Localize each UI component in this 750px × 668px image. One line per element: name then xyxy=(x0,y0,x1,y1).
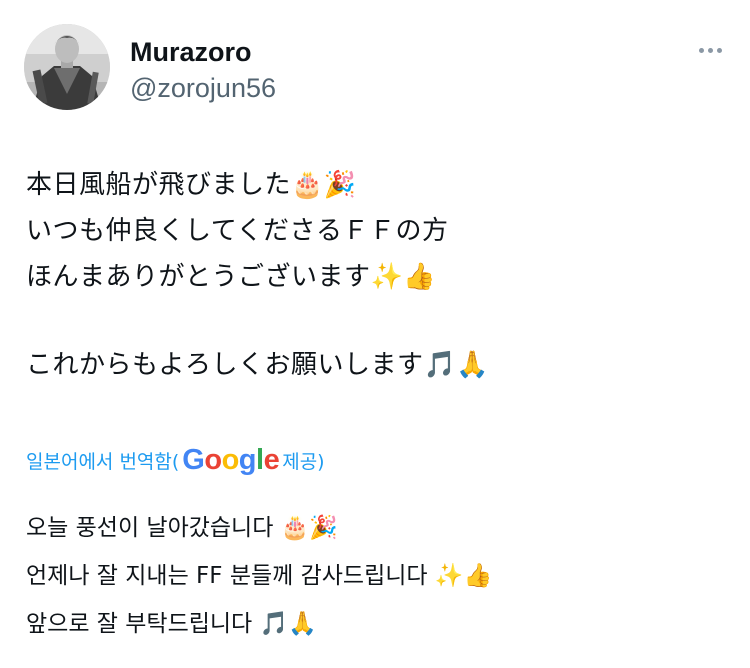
tweet-line: これからもよろしくお願いします🎵🙏 xyxy=(26,350,490,380)
display-name[interactable]: Murazoro xyxy=(130,36,252,68)
user-handle[interactable]: @zorojun56 xyxy=(130,72,276,104)
translation-label: 일본어에서 번역함( xyxy=(26,450,180,473)
more-horizontal-icon-dot xyxy=(716,47,722,53)
google-logo: Google xyxy=(182,444,280,476)
tweet-line: ほんまありがとうございます✨👍 xyxy=(26,262,437,292)
profile-avatar[interactable] xyxy=(24,24,110,110)
tweet-card[interactable]: Murazoro @zorojun56 本日風船が飛びました🎂🎉 いつも仲良くし… xyxy=(0,0,750,668)
translated-line: 언제나 잘 지내는 FF 분들께 감사드립니다 ✨👍 xyxy=(26,563,493,589)
more-horizontal-icon-dot xyxy=(707,47,713,53)
translated-line: 오늘 풍선이 날아갔습니다 🎂🎉 xyxy=(26,515,338,541)
more-options-button[interactable] xyxy=(688,36,732,64)
more-horizontal-icon xyxy=(698,47,704,53)
translation-provider-suffix: 제공) xyxy=(282,450,325,473)
avatar-image xyxy=(24,24,110,110)
tweet-line: 本日風船が飛びました🎂🎉 xyxy=(26,170,357,200)
translated-line: 앞으로 잘 부탁드립니다 🎵🙏 xyxy=(26,611,317,637)
translation-attribution-link[interactable]: 일본어에서 번역함( Google 제공) xyxy=(26,442,325,478)
tweet-line: いつも仲良くしてくださるＦＦの方 xyxy=(26,216,449,246)
tweet-text: 本日風船が飛びました🎂🎉 いつも仲良くしてくださるＦＦの方 ほんまありがとうござ… xyxy=(26,162,726,388)
translated-text: 오늘 풍선이 날아갔습니다 🎂🎉 언제나 잘 지내는 FF 분들께 감사드립니다… xyxy=(26,504,726,648)
